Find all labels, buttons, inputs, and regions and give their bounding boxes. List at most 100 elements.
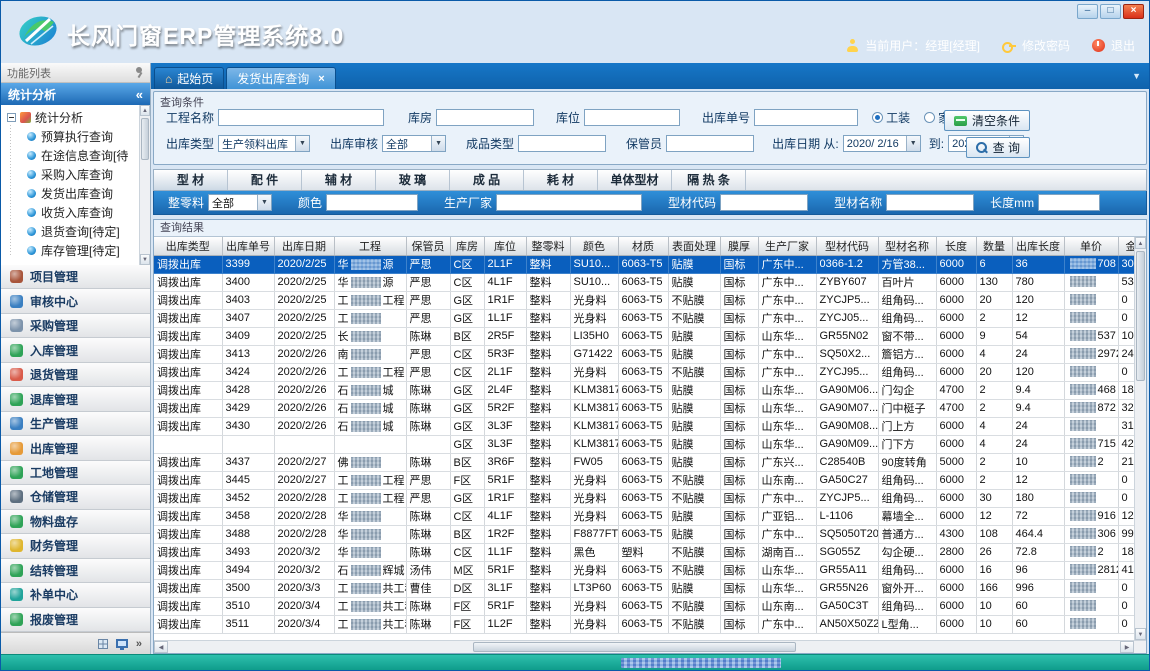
tree-item[interactable]: 预算执行查询 bbox=[3, 127, 138, 146]
table-row[interactable]: 调拨出库34002020/2/25华源严思C区4L1F整料SU10...6063… bbox=[154, 273, 1144, 291]
sidebar-module[interactable]: 结转管理 bbox=[1, 559, 150, 583]
sidebar-module[interactable]: 财务管理 bbox=[1, 534, 150, 558]
column-header[interactable]: 型材名称 bbox=[878, 237, 936, 255]
material-tab[interactable]: 单体型材 bbox=[598, 170, 672, 190]
scroll-right-icon[interactable]: ▶ bbox=[1120, 641, 1134, 653]
scroll-left-icon[interactable]: ◀ bbox=[154, 641, 168, 653]
tree-item[interactable]: 在途信息查询[待 bbox=[3, 146, 138, 165]
tree-item[interactable]: 退货查询[待定] bbox=[3, 222, 138, 241]
table-row[interactable]: 调拨出库35102020/3/4工共工程陈琳F区5R1F整料光身料6063-T5… bbox=[154, 597, 1144, 615]
horizontal-scroll-track[interactable] bbox=[168, 641, 1120, 653]
warehouse-input[interactable] bbox=[436, 109, 534, 126]
table-row[interactable]: 调拨出库34522020/2/28工工程严思G区1R1F整料光身料6063-T5… bbox=[154, 489, 1144, 507]
table-row[interactable]: 调拨出库34932020/3/2华陈琳C区1L1F整料黑色塑料不贴膜国标湖南百.… bbox=[154, 543, 1144, 561]
collapse-box-icon[interactable] bbox=[7, 113, 16, 122]
radio-home-decor[interactable] bbox=[924, 112, 935, 123]
sidebar-module[interactable]: 补单中心 bbox=[1, 583, 150, 607]
keeper-input[interactable] bbox=[666, 135, 754, 152]
column-header[interactable]: 膜厚 bbox=[720, 237, 758, 255]
column-header[interactable]: 工程 bbox=[334, 237, 406, 255]
tree-item[interactable]: 采购入库查询 bbox=[3, 165, 138, 184]
tree-item[interactable]: 库存管理[待定] bbox=[3, 241, 138, 260]
sidebar-module[interactable]: 入库管理 bbox=[1, 338, 150, 362]
logout-link[interactable]: 退出 bbox=[1111, 37, 1135, 54]
sidebar-module[interactable]: 审核中心 bbox=[1, 289, 150, 313]
sidebar-module[interactable]: 物料盘存 bbox=[1, 510, 150, 534]
profile-code-input[interactable] bbox=[720, 194, 808, 211]
monitor-icon[interactable] bbox=[116, 639, 128, 648]
close-button[interactable]: × bbox=[1123, 4, 1144, 19]
column-header[interactable]: 出库长度 bbox=[1012, 237, 1064, 255]
table-row[interactable]: 调拨出库34372020/2/27佛陈琳B区3R6F整料FW056063-T5贴… bbox=[154, 453, 1144, 471]
table-row[interactable]: 调拨出库34452020/2/27工工程严思F区5R1F整料光身料6063-T5… bbox=[154, 471, 1144, 489]
table-row[interactable]: 调拨出库35112020/3/4工共工程陈琳F区1L2F整料光身料6063-T5… bbox=[154, 615, 1144, 633]
date-from-picker[interactable]: 2020/ 2/16 bbox=[843, 135, 921, 152]
project-name-input[interactable] bbox=[218, 109, 384, 126]
pin-icon[interactable] bbox=[134, 67, 144, 78]
statistics-section-bar[interactable]: 统计分析 « bbox=[1, 83, 150, 105]
manufacturer-input[interactable] bbox=[496, 194, 642, 211]
table-row[interactable]: 调拨出库34032020/2/25工工程严思G区1R1F整料光身料6063-T5… bbox=[154, 291, 1144, 309]
tree-root[interactable]: 统计分析 bbox=[3, 108, 138, 127]
material-tab[interactable]: 成 品 bbox=[450, 170, 524, 190]
column-header[interactable]: 出库类型 bbox=[154, 237, 222, 255]
column-header[interactable]: 库房 bbox=[450, 237, 484, 255]
column-header[interactable]: 长度 bbox=[936, 237, 976, 255]
clear-conditions-button[interactable]: 清空条件 bbox=[944, 110, 1030, 131]
table-row[interactable]: 调拨出库34242020/2/26工工程严思C区2L1F整料光身料6063-T5… bbox=[154, 363, 1144, 381]
horizontal-scroll-thumb[interactable] bbox=[473, 642, 797, 652]
maximize-button[interactable]: □ bbox=[1100, 4, 1121, 19]
sidebar-module[interactable]: 采购管理 bbox=[1, 314, 150, 338]
tab-close-icon[interactable]: × bbox=[318, 73, 324, 85]
collapse-icon[interactable]: « bbox=[136, 87, 143, 102]
column-header[interactable]: 颜色 bbox=[570, 237, 618, 255]
table-row[interactable]: 调拨出库34072020/2/25工严思G区1L1F整料光身料6063-T5不贴… bbox=[154, 309, 1144, 327]
radio-workwear[interactable] bbox=[872, 112, 883, 123]
sidebar-module[interactable]: 出库管理 bbox=[1, 436, 150, 460]
scroll-up-icon[interactable]: ▲ bbox=[1135, 237, 1146, 249]
sidebar-module[interactable]: 退货管理 bbox=[1, 363, 150, 387]
material-tab[interactable]: 辅 材 bbox=[302, 170, 376, 190]
tree-item[interactable]: 收货入库查询 bbox=[3, 203, 138, 222]
sidebar-module[interactable]: 仓储管理 bbox=[1, 485, 150, 509]
sidebar-module[interactable]: 报废管理 bbox=[1, 608, 150, 632]
table-row[interactable]: 调拨出库34302020/2/26石城陈琳G区3L3F整料KLM38176063… bbox=[154, 417, 1144, 435]
column-header[interactable]: 出库单号 bbox=[222, 237, 274, 255]
table-row[interactable]: G区3L3F整料KLM38176063-T5贴膜国标山东华...GA90M09.… bbox=[154, 435, 1144, 453]
table-row[interactable]: 调拨出库34882020/2/28华陈琳B区1R2F整料F8877FT6063-… bbox=[154, 525, 1144, 543]
sidebar-module[interactable]: 项目管理 bbox=[1, 265, 150, 289]
scroll-down-icon[interactable]: ▼ bbox=[1135, 628, 1146, 640]
tree-scrollbar[interactable]: ▲ ▼ bbox=[139, 105, 150, 265]
tree-scroll-thumb[interactable] bbox=[141, 118, 149, 160]
material-tab[interactable]: 耗 材 bbox=[524, 170, 598, 190]
table-row[interactable]: 调拨出库34132020/2/26南严思C区5R3F整料G714226063-T… bbox=[154, 345, 1144, 363]
tree-item[interactable]: 发货出库查询 bbox=[3, 184, 138, 203]
column-header[interactable]: 表面处理 bbox=[668, 237, 720, 255]
outbound-type-select[interactable]: 生产领料出库 bbox=[218, 135, 310, 152]
table-row[interactable]: 调拨出库34582020/2/28华陈琳C区4L1F整料光身料6063-T5贴膜… bbox=[154, 507, 1144, 525]
tab-home[interactable]: ⌂ 起始页 bbox=[154, 67, 224, 89]
column-header[interactable]: 生产厂家 bbox=[758, 237, 816, 255]
location-input[interactable] bbox=[584, 109, 680, 126]
column-header[interactable]: 出库日期 bbox=[274, 237, 334, 255]
outbound-audit-select[interactable]: 全部 bbox=[382, 135, 446, 152]
vertical-scrollbar[interactable]: ▲ ▼ bbox=[1134, 237, 1146, 640]
table-row[interactable]: 调拨出库34282020/2/26石城陈琳G区2L4F整料KLM38176063… bbox=[154, 381, 1144, 399]
product-type-input[interactable] bbox=[518, 135, 606, 152]
search-button[interactable]: 查 询 bbox=[966, 137, 1030, 158]
material-tab[interactable]: 玻 璃 bbox=[376, 170, 450, 190]
vertical-scroll-thumb[interactable] bbox=[1136, 251, 1145, 381]
tab-overflow-icon[interactable]: ▼ bbox=[1132, 71, 1141, 81]
material-tab[interactable]: 配 件 bbox=[228, 170, 302, 190]
column-header[interactable]: 材质 bbox=[618, 237, 668, 255]
table-row[interactable]: 调拨出库33992020/2/25华源严思C区2L1F整料SU10...6063… bbox=[154, 255, 1144, 273]
column-header[interactable]: 保管员 bbox=[406, 237, 450, 255]
minimize-button[interactable]: – bbox=[1077, 4, 1098, 19]
table-row[interactable]: 调拨出库34292020/2/26石城陈琳G区5R2F整料KLM38176063… bbox=[154, 399, 1144, 417]
order-no-input[interactable] bbox=[754, 109, 858, 126]
more-chevron-icon[interactable]: » bbox=[136, 638, 142, 650]
sidebar-module[interactable]: 退库管理 bbox=[1, 387, 150, 411]
tab-shipping-outbound-query[interactable]: 发货出库查询 × bbox=[226, 67, 335, 89]
whole-part-select[interactable]: 全部 bbox=[208, 194, 272, 211]
table-row[interactable]: 调拨出库35002020/3/3工共工程曹佳D区3L1F整料LT3P606063… bbox=[154, 579, 1144, 597]
